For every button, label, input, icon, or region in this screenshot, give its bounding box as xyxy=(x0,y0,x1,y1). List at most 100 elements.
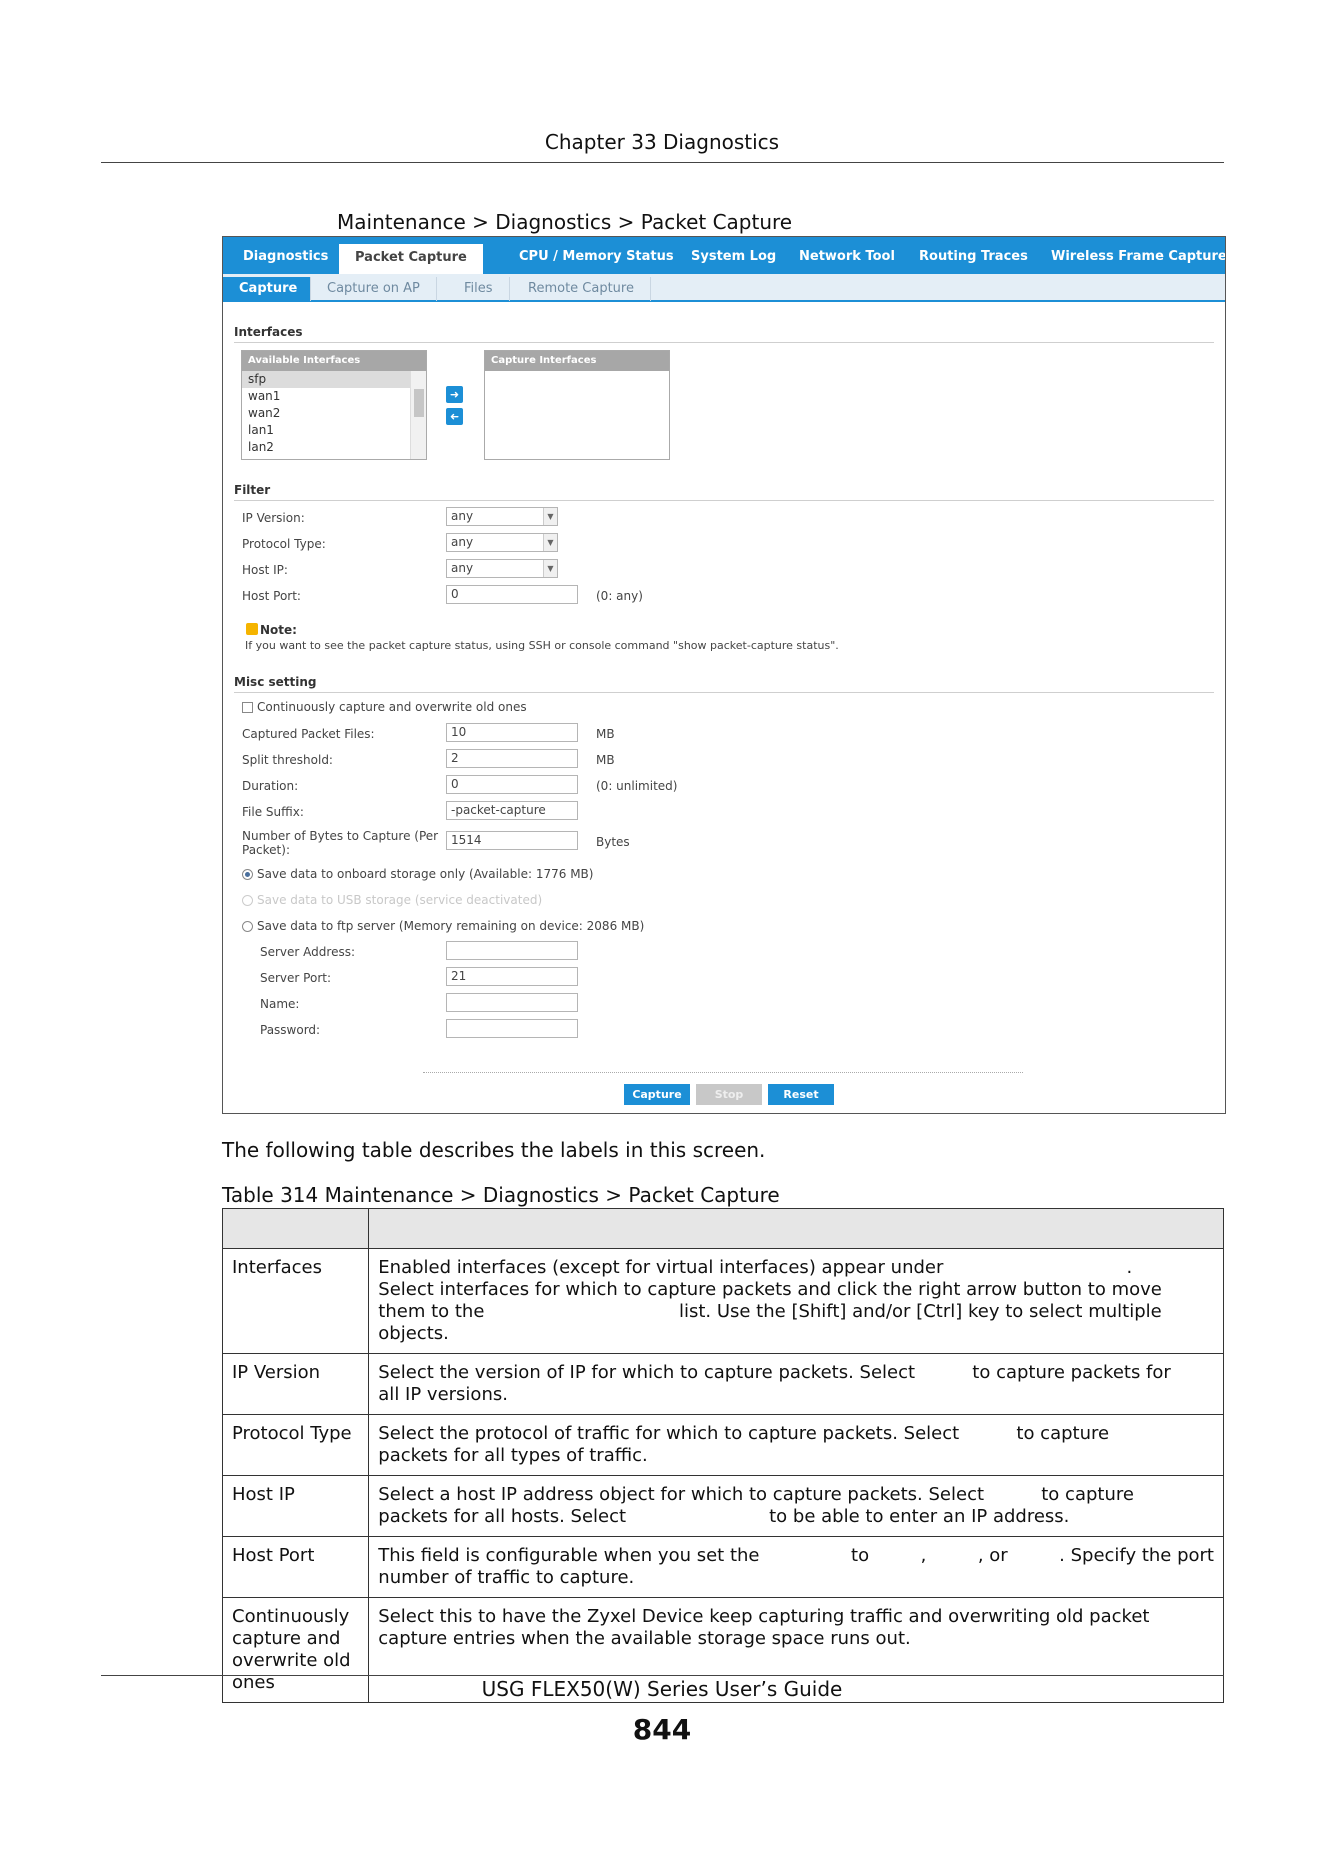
desc-line: them to the list. Use the [Shift] and/or… xyxy=(378,1301,1162,1322)
desc-line: Select the protocol of traffic for which… xyxy=(378,1423,1110,1444)
page-number: 844 xyxy=(632,1713,692,1746)
ftp-server-label: Save data to ftp server (Memory remainin… xyxy=(257,919,645,933)
desc-line: Select the version of IP for which to ca… xyxy=(378,1362,1171,1383)
onboard-storage-radio[interactable] xyxy=(242,869,253,880)
name-label: Name: xyxy=(260,997,300,1011)
captured-files-unit: MB xyxy=(596,727,615,741)
table-cell-label: Host IP xyxy=(221,1475,370,1537)
server-address-input[interactable] xyxy=(446,941,578,960)
desc-line: This field is configurable when you set … xyxy=(378,1545,1214,1566)
list-item[interactable]: wan1 xyxy=(242,388,426,405)
capture-button[interactable]: Capture xyxy=(624,1084,690,1105)
chapter-header: Chapter 33 Diagnostics xyxy=(544,130,780,154)
main-tab-bar: Diagnostics Packet Capture CPU / Memory … xyxy=(223,237,1225,280)
filter-divider xyxy=(234,500,1214,501)
tab-network-tool[interactable]: Network Tool xyxy=(799,237,895,274)
interfaces-section-title: Interfaces xyxy=(234,325,303,339)
bytes-to-capture-label-cont: Packet): xyxy=(242,843,290,857)
protocol-type-value: any xyxy=(451,535,474,549)
password-label: Password: xyxy=(260,1023,321,1037)
server-port-label: Server Port: xyxy=(260,971,331,985)
misc-divider xyxy=(234,692,1214,693)
chevron-down-icon: ▼ xyxy=(543,560,557,577)
duration-hint: (0: unlimited) xyxy=(596,779,678,793)
bytes-unit: Bytes xyxy=(596,835,630,849)
arrow-right-icon[interactable]: ➜ xyxy=(446,386,463,403)
list-item[interactable]: lan2 xyxy=(242,439,426,456)
list-item[interactable]: sfp xyxy=(242,371,410,388)
desc-line: Select interfaces for which to capture p… xyxy=(378,1279,1162,1300)
file-suffix-input[interactable]: -packet-capture xyxy=(446,801,578,820)
list-item[interactable]: wan2 xyxy=(242,405,426,422)
button-divider xyxy=(423,1072,1023,1073)
subtab-capture-on-ap[interactable]: Capture on AP xyxy=(311,277,437,301)
protocol-type-select[interactable]: any ▼ xyxy=(446,533,558,552)
host-port-hint: (0: any) xyxy=(596,589,643,603)
captured-files-input[interactable]: 10 xyxy=(446,723,578,742)
table-row: Host Port This field is configurable whe… xyxy=(221,1536,1224,1598)
chevron-down-icon: ▼ xyxy=(543,508,557,525)
desc-line: packets for all hosts. Select to be able… xyxy=(378,1506,1070,1527)
desc-line: Select a host IP address object for whic… xyxy=(378,1484,1134,1505)
reset-button[interactable]: Reset xyxy=(768,1084,834,1105)
scrollbar-thumb[interactable] xyxy=(414,389,424,417)
capture-interfaces-list[interactable]: Capture Interfaces xyxy=(484,350,670,460)
table-row: Interfaces Enabled interfaces (except fo… xyxy=(221,1248,1224,1354)
subtab-capture[interactable]: Capture xyxy=(223,277,311,301)
tab-system-log[interactable]: System Log xyxy=(691,237,776,274)
interfaces-divider xyxy=(234,342,1214,343)
available-interfaces-header: Available Interfaces xyxy=(242,351,426,371)
table-header-label xyxy=(221,1208,370,1249)
tab-diagnostics[interactable]: Diagnostics xyxy=(243,237,328,274)
table-cell-description: Select the version of IP for which to ca… xyxy=(368,1353,1224,1415)
tab-cpu-memory-status[interactable]: CPU / Memory Status xyxy=(519,237,674,274)
list-item[interactable]: lan1 xyxy=(242,422,426,439)
note-text: If you want to see the packet capture st… xyxy=(245,639,839,652)
ip-version-value: any xyxy=(451,509,474,523)
bytes-to-capture-input[interactable]: 1514 xyxy=(446,831,578,850)
tab-routing-traces[interactable]: Routing Traces xyxy=(919,237,1028,274)
sub-tab-bar: Capture Capture on AP Files Remote Captu… xyxy=(223,274,1225,302)
ftp-server-radio[interactable] xyxy=(242,921,253,932)
table-row: IP Version Select the version of IP for … xyxy=(221,1353,1224,1415)
table-row: Protocol Type Select the protocol of tra… xyxy=(221,1414,1224,1476)
desc-line: packets for all types of traffic. xyxy=(378,1445,648,1466)
ip-version-select[interactable]: any ▼ xyxy=(446,507,558,526)
misc-section-title: Misc setting xyxy=(234,675,317,689)
name-input[interactable] xyxy=(446,993,578,1012)
available-interfaces-list[interactable]: Available Interfaces sfp wan1 wan2 lan1 … xyxy=(241,350,427,460)
packet-capture-screenshot: Diagnostics Packet Capture CPU / Memory … xyxy=(222,236,1226,1114)
stop-button[interactable]: Stop xyxy=(696,1084,762,1105)
list-scrollbar[interactable] xyxy=(410,371,426,459)
filter-section-title: Filter xyxy=(234,483,271,497)
server-port-input[interactable]: 21 xyxy=(446,967,578,986)
table-cell-description: Select a host IP address object for whic… xyxy=(368,1475,1224,1537)
password-input[interactable] xyxy=(446,1019,578,1038)
host-ip-value: any xyxy=(451,561,474,575)
duration-input[interactable]: 0 xyxy=(446,775,578,794)
host-port-input[interactable]: 0 xyxy=(446,585,578,604)
continuous-label: Continuously capture and overwrite old o… xyxy=(257,700,527,714)
split-threshold-input[interactable]: 2 xyxy=(446,749,578,768)
table-row: Host IP Select a host IP address object … xyxy=(221,1475,1224,1537)
desc-line: Select this to have the Zyxel Device kee… xyxy=(378,1606,1150,1627)
host-port-label: Host Port: xyxy=(242,589,301,603)
subtab-remote-capture[interactable]: Remote Capture xyxy=(512,277,651,301)
ip-version-label: IP Version: xyxy=(242,511,305,525)
table-header-description xyxy=(368,1208,1224,1249)
description-table: Interfaces Enabled interfaces (except fo… xyxy=(221,1208,1224,1703)
table-header-row xyxy=(221,1208,1224,1249)
note-icon xyxy=(246,623,258,635)
table-cell-label: IP Version xyxy=(221,1353,370,1415)
footer-rule xyxy=(101,1675,1224,1676)
usb-storage-radio[interactable] xyxy=(242,895,253,906)
onboard-storage-label: Save data to onboard storage only (Avail… xyxy=(257,867,594,881)
tab-wireless-frame-capture[interactable]: Wireless Frame Capture xyxy=(1051,237,1225,274)
table-cell-description: This field is configurable when you set … xyxy=(368,1536,1224,1598)
subtab-files[interactable]: Files xyxy=(448,277,510,301)
arrow-left-icon[interactable]: ➜ xyxy=(446,408,463,425)
host-ip-select[interactable]: any ▼ xyxy=(446,559,558,578)
bytes-to-capture-label: Number of Bytes to Capture (Per xyxy=(242,829,439,843)
split-threshold-label: Split threshold: xyxy=(242,753,333,767)
continuous-checkbox[interactable] xyxy=(242,702,253,713)
